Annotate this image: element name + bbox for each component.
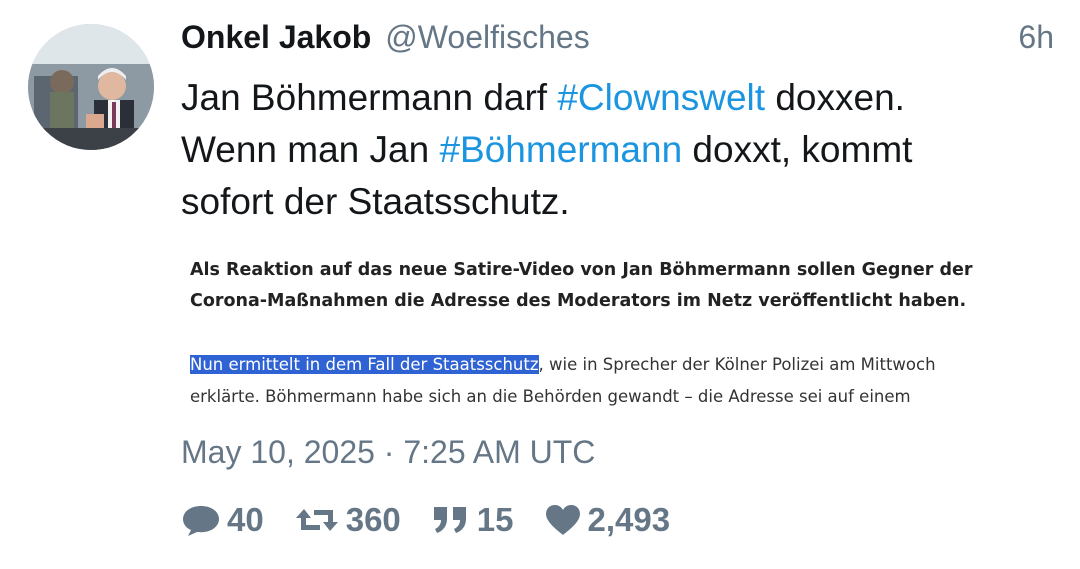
likes-stat[interactable]: 2,493	[544, 501, 671, 539]
speech-bubble-icon	[183, 506, 219, 536]
embedded-image[interactable]: Als Reaktion auf das neue Satire-Video v…	[181, 244, 1051, 416]
text-segment: Wenn man Jan	[181, 129, 440, 170]
text-segment: doxxt, kommt	[682, 129, 913, 170]
tweet-text-line-3: sofort der Staatsschutz.	[181, 181, 570, 222]
quotes-count: 15	[476, 501, 514, 538]
retweets-stat[interactable]: 360	[294, 501, 401, 539]
article-body-line-1-rest: , wie in Sprecher der Kölner Polizei am …	[538, 355, 936, 374]
tweet-header: Onkel Jakob @Woelfisches	[181, 19, 590, 59]
quotes-stat[interactable]: 15	[431, 501, 514, 539]
tweet-text: Jan Böhmermann darf #Clownswelt doxxen. …	[181, 72, 1051, 228]
article-lead-line-1: Als Reaktion auf das neue Satire-Video v…	[190, 260, 973, 280]
retweet-icon	[295, 509, 338, 531]
text-segment: doxxen.	[765, 77, 905, 118]
article-body: Nun ermittelt in dem Fall der Staatsschu…	[190, 349, 936, 413]
avatar[interactable]	[28, 24, 154, 150]
heart-icon	[545, 505, 580, 535]
tweet-stats: 40 360 15 2,493	[181, 500, 700, 540]
text-segment: Jan Böhmermann darf	[181, 77, 558, 118]
article-lead-line-2: Corona-Maßnahmen die Adresse des Moderat…	[190, 291, 967, 311]
tweet-age[interactable]: 6h	[1018, 19, 1054, 56]
quote-icon	[433, 507, 466, 533]
likes-count: 2,493	[587, 501, 671, 538]
hashtag-clownswelt[interactable]: #Clownswelt	[557, 77, 765, 118]
highlighted-text: Nun ermittelt in dem Fall der Staatsschu…	[190, 355, 539, 374]
article-body-line-2: erklärte. Böhmermann habe sich an die Be…	[190, 387, 911, 406]
hashtag-boehmermann[interactable]: #Böhmermann	[439, 129, 682, 170]
tweet-timestamp[interactable]: May 10, 2025 · 7:25 AM UTC	[181, 434, 595, 471]
replies-stat[interactable]: 40	[181, 501, 264, 539]
retweets-count: 360	[345, 501, 401, 538]
article-body-line-1: Nun ermittelt in dem Fall der Staatsschu…	[190, 349, 936, 381]
article-lead: Als Reaktion auf das neue Satire-Video v…	[190, 255, 973, 317]
display-name[interactable]: Onkel Jakob	[181, 19, 371, 56]
replies-count: 40	[227, 501, 264, 538]
user-handle[interactable]: @Woelfisches	[385, 19, 589, 56]
tweet: Onkel Jakob @Woelfisches 6h Jan Böhmerma…	[0, 0, 1080, 569]
tweet-text-line-2: Wenn man Jan #Böhmermann doxxt, kommt	[181, 124, 1051, 176]
avatar-photo	[28, 24, 154, 150]
tweet-text-line-1: Jan Böhmermann darf #Clownswelt doxxen.	[181, 72, 1051, 124]
